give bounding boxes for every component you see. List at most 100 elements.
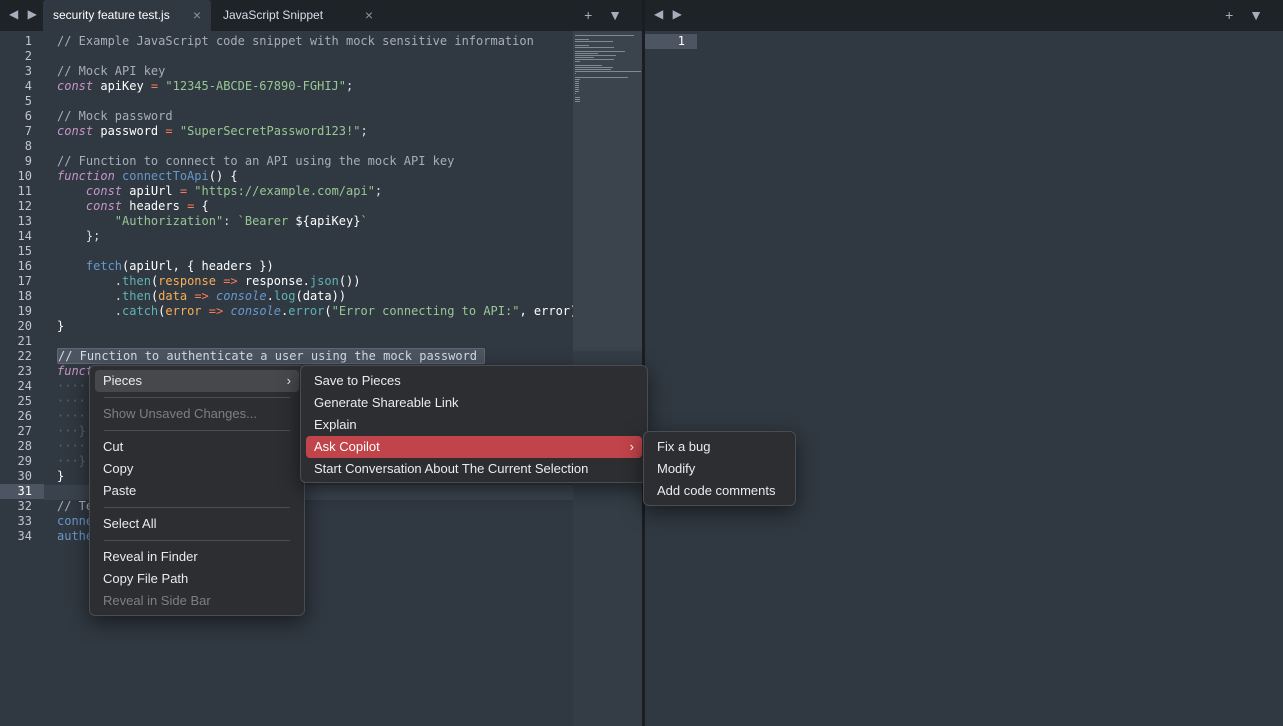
minimap-line xyxy=(575,47,614,48)
code-line: fetch(apiUrl, { headers }) xyxy=(57,259,573,274)
code-token: : xyxy=(223,214,238,228)
line-number: 5 xyxy=(24,94,32,108)
menu-item-explain[interactable]: Explain xyxy=(306,414,642,436)
menu-item-cut[interactable]: Cut xyxy=(95,436,299,458)
right-editor-pane[interactable]: 1 xyxy=(645,31,1283,726)
selected-text: // Function to authenticate a user using… xyxy=(57,348,486,364)
line-number: 13 xyxy=(17,214,32,228)
tab-security-feature-test[interactable]: security feature test.js × xyxy=(43,0,211,31)
line-number: 6 xyxy=(24,109,32,123)
minimap-line xyxy=(575,73,576,74)
menu-item-copy-file-path[interactable]: Copy File Path xyxy=(95,568,299,590)
code-token: `Bearer xyxy=(237,214,296,228)
code-line: "Authorization": `Bearer ${apiKey}` xyxy=(57,214,573,229)
code-token: , error)); xyxy=(519,304,573,318)
code-token: "12345-ABCDE-67890-FGHIJ" xyxy=(165,79,347,93)
code-token: { xyxy=(194,199,209,213)
code-token: ···· xyxy=(57,409,86,423)
code-token: () { xyxy=(208,169,238,183)
code-token: fetch xyxy=(85,259,123,273)
code-line: // Function to connect to an API using t… xyxy=(57,154,573,169)
menu-item-fix-a-bug[interactable]: Fix a bug xyxy=(649,436,790,458)
code-token: funct xyxy=(57,364,94,378)
code-token: "Error connecting to API:" xyxy=(331,304,520,318)
menu-item-ask-copilot[interactable]: Ask Copilot › xyxy=(306,436,642,458)
line-number: 34 xyxy=(17,529,32,543)
menu-item-label: Cut xyxy=(103,439,124,454)
code-token: password xyxy=(93,124,166,138)
code-token: function xyxy=(57,169,115,183)
menu-item-label: Modify xyxy=(657,461,696,476)
menu-item-reveal-in-finder[interactable]: Reveal in Finder xyxy=(95,546,299,568)
code-token: error xyxy=(165,304,202,318)
minimap-line xyxy=(575,55,616,56)
code-token: const xyxy=(57,79,94,93)
code-token: apiUrl xyxy=(122,184,180,198)
line-number: 15 xyxy=(17,244,32,258)
minimap-line xyxy=(575,39,589,40)
tab-nav-arrows-icon[interactable]: ◀ ▶ xyxy=(9,7,40,21)
code-line: function connectToApi() { xyxy=(57,169,573,184)
menu-item-generate-shareable-link[interactable]: Generate Shareable Link xyxy=(306,392,642,414)
tab-label: security feature test.js xyxy=(53,8,170,22)
minimap-line xyxy=(575,93,576,94)
menu-item-add-code-comments[interactable]: Add code comments xyxy=(649,480,790,502)
line-number: 31 xyxy=(0,484,44,499)
line-number: 18 xyxy=(17,289,32,303)
code-line: .then(data => console.log(data)) xyxy=(57,289,573,304)
minimap-line xyxy=(575,99,580,100)
menu-item-save-to-pieces[interactable]: Save to Pieces xyxy=(306,370,642,392)
minimap-line xyxy=(575,77,628,78)
menu-item-label: Reveal in Finder xyxy=(103,549,198,564)
minimap-line xyxy=(575,71,641,72)
menu-item-select-all[interactable]: Select All xyxy=(95,513,299,535)
close-icon[interactable]: × xyxy=(193,0,201,31)
minimap-line xyxy=(575,87,579,88)
code-token: } xyxy=(57,469,65,483)
minimap-line xyxy=(575,41,613,42)
line-number: 12 xyxy=(17,199,32,213)
code-token: // Te xyxy=(57,499,94,513)
menu-item-copy[interactable]: Copy xyxy=(95,458,299,480)
menu-item-label: Explain xyxy=(314,417,357,432)
menu-item-start-conversation-about-the-current-selection[interactable]: Start Conversation About The Current Sel… xyxy=(306,458,642,480)
menu-item-label: Fix a bug xyxy=(657,439,711,454)
new-tab-menu-icon[interactable]: + ▼ xyxy=(1225,7,1269,23)
code-token: // Function to connect to an API using t… xyxy=(57,154,455,168)
minimap-line xyxy=(575,65,602,66)
code-token: "Authorization" xyxy=(114,214,224,228)
tab-nav-arrows-icon[interactable]: ◀ ▶ xyxy=(654,7,685,21)
code-line: const apiKey = "12345-ABCDE-67890-FGHIJ"… xyxy=(57,79,573,94)
code-token: catch xyxy=(122,304,159,318)
code-token: (data)) xyxy=(295,289,347,303)
code-token: = xyxy=(165,124,173,138)
menu-item-paste[interactable]: Paste xyxy=(95,480,299,502)
menu-separator xyxy=(104,540,290,541)
code-token: ; xyxy=(360,124,368,138)
tab-javascript-snippet[interactable]: JavaScript Snippet × xyxy=(213,0,383,31)
code-token: const xyxy=(85,184,123,198)
new-tab-menu-icon[interactable]: + ▼ xyxy=(584,7,628,23)
code-line: .then(response => response.json()) xyxy=(57,274,573,289)
close-icon[interactable]: × xyxy=(365,0,373,31)
line-number: 4 xyxy=(24,79,32,93)
minimap-line xyxy=(575,85,579,86)
minimap-line xyxy=(575,69,611,70)
menu-item-modify[interactable]: Modify xyxy=(649,458,790,480)
code-token: = xyxy=(179,184,188,198)
code-token: console xyxy=(216,289,267,303)
menu-item-reveal-in-side-bar: Reveal in Side Bar xyxy=(95,590,299,612)
line-number: 24 xyxy=(17,379,32,393)
menu-item-pieces[interactable]: Pieces › xyxy=(95,370,299,392)
line-number: 29 xyxy=(17,454,32,468)
code-token: then xyxy=(122,274,151,288)
minimap-viewport[interactable] xyxy=(573,31,642,351)
code-token: "SuperSecretPassword123!" xyxy=(179,124,361,138)
code-line: const apiUrl = "https://example.com/api"… xyxy=(57,184,573,199)
line-number: 27 xyxy=(17,424,32,438)
